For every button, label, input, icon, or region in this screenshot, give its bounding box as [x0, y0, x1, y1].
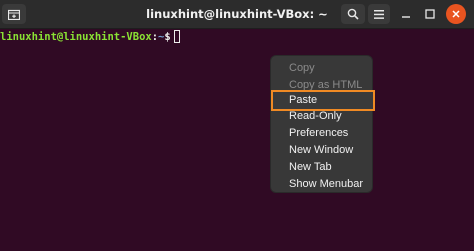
search-button[interactable]: [341, 4, 365, 24]
menu-item-read-only[interactable]: Read-Only: [271, 108, 374, 125]
close-button[interactable]: [446, 4, 466, 24]
menu-item-show-menubar[interactable]: Show Menubar: [271, 176, 374, 193]
search-icon: [347, 8, 359, 20]
maximize-icon: [425, 9, 435, 19]
prompt-user-host: linuxhint@linuxhint-VBox: [0, 31, 152, 43]
maximize-button[interactable]: [420, 4, 440, 24]
menu-item-preferences[interactable]: Preferences: [271, 125, 374, 142]
menu-item-copy: Copy: [289, 62, 315, 74]
menu-item-new-window[interactable]: New Window: [271, 142, 374, 159]
menu-button[interactable]: [368, 4, 390, 24]
hamburger-icon: [374, 9, 384, 19]
title-bar: linuxhint@linuxhint-VBox: ~: [0, 0, 474, 29]
minimize-button[interactable]: [396, 4, 416, 24]
minimize-icon: [401, 9, 411, 19]
menu-item-paste[interactable]: Paste: [271, 90, 375, 111]
text-cursor: [173, 30, 180, 43]
context-menu: Copy Copy as HTML Paste Read-Only Prefer…: [270, 55, 375, 193]
prompt-symbol: $: [164, 31, 171, 43]
prompt-line: linuxhint@linuxhint-VBox:~$: [0, 29, 180, 45]
terminal-area[interactable]: linuxhint@linuxhint-VBox:~$: [0, 29, 474, 251]
menu-item-new-tab[interactable]: New Tab: [271, 159, 374, 176]
close-icon: [451, 9, 461, 19]
